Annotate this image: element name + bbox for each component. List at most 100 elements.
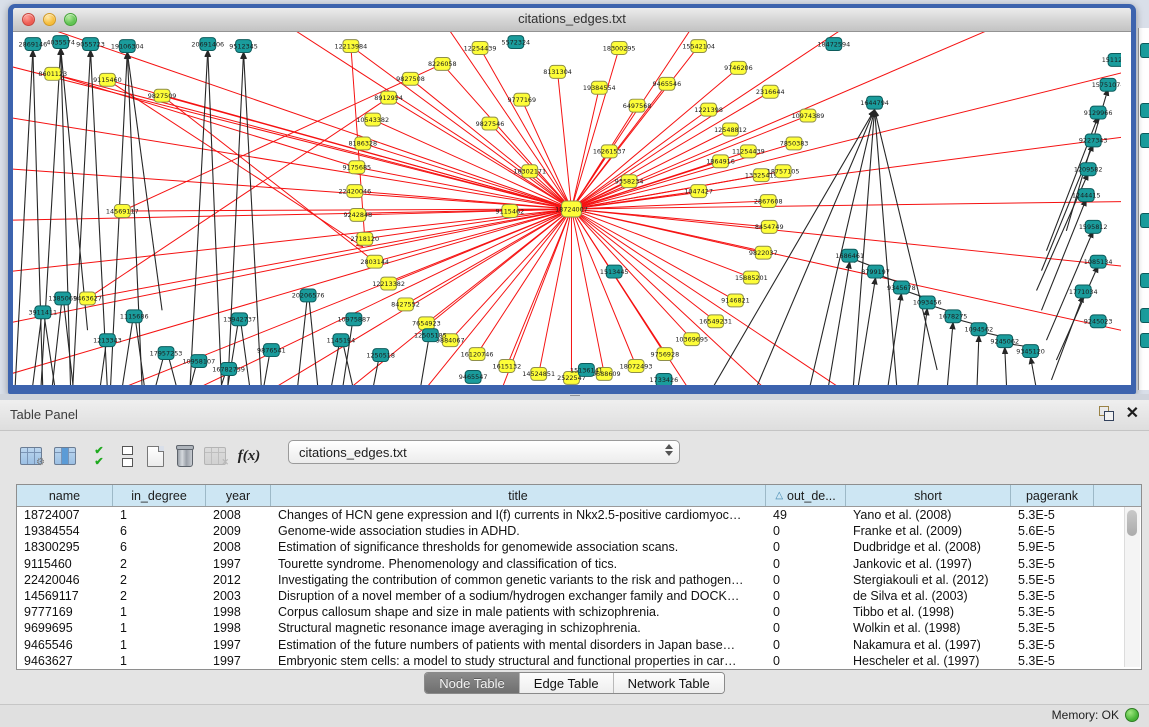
cell-title[interactable]: Estimation of significance thresholds fo… <box>271 540 766 554</box>
cell-year[interactable]: 1998 <box>206 605 271 619</box>
cell-pagerank[interactable]: 5.9E-5 <box>1011 540 1094 554</box>
vertical-scrollbar[interactable] <box>1124 507 1140 667</box>
cell-pagerank[interactable]: 5.3E-5 <box>1011 589 1094 603</box>
cell-short[interactable]: Wolkin et al. (1998) <box>846 621 1011 635</box>
cell-title[interactable]: Investigating the contribution of common… <box>271 573 766 587</box>
table-row[interactable]: 1830029562008Estimation of significance … <box>17 539 1141 555</box>
cell-short[interactable]: Dudbridge et al. (2008) <box>846 540 1011 554</box>
cell-pagerank[interactable]: 5.3E-5 <box>1011 638 1094 652</box>
table-mode-icon[interactable]: ⚙ <box>18 443 44 469</box>
row-height-icon[interactable] <box>114 443 140 469</box>
cell-out_de[interactable]: 0 <box>766 524 846 538</box>
network-canvas[interactable]: 8226058982750889129541054338281863289175… <box>13 32 1131 385</box>
cell-in_degree[interactable]: 1 <box>113 654 206 668</box>
cell-pagerank[interactable]: 5.3E-5 <box>1011 557 1094 571</box>
cell-short[interactable]: Stergiakouli et al. (2012) <box>846 573 1011 587</box>
cell-in_degree[interactable]: 6 <box>113 524 206 538</box>
cell-title[interactable]: Changes of HCN gene expression and I(f) … <box>271 508 766 522</box>
cell-year[interactable]: 2012 <box>206 573 271 587</box>
cell-out_de[interactable]: 49 <box>766 508 846 522</box>
cell-year[interactable]: 1997 <box>206 638 271 652</box>
table-row[interactable]: 946554611997Estimation of the future num… <box>17 637 1141 653</box>
tab-edge-table[interactable]: Edge Table <box>520 673 614 693</box>
cell-name[interactable]: 22420046 <box>17 573 113 587</box>
cell-title[interactable]: Tourette syndrome. Phenomenology and cla… <box>271 557 766 571</box>
window-titlebar[interactable]: citations_edges.txt <box>13 8 1131 32</box>
cell-title[interactable]: Estimation of the future numbers of pati… <box>271 638 766 652</box>
cell-name[interactable]: 9699695 <box>17 621 113 635</box>
column-header-year[interactable]: year <box>206 485 271 506</box>
cell-short[interactable]: Hescheler et al. (1997) <box>846 654 1011 668</box>
cell-year[interactable]: 2009 <box>206 524 271 538</box>
cell-in_degree[interactable]: 2 <box>113 589 206 603</box>
cell-short[interactable]: Yano et al. (2008) <box>846 508 1011 522</box>
show-columns-icon[interactable] <box>52 443 78 469</box>
cell-name[interactable]: 9115460 <box>17 557 113 571</box>
cell-in_degree[interactable]: 1 <box>113 508 206 522</box>
cell-short[interactable]: Nakamura et al. (1997) <box>846 638 1011 652</box>
scrollbar-thumb[interactable] <box>1127 510 1137 536</box>
cell-title[interactable]: Embryonic stem cells: a model to study s… <box>271 654 766 668</box>
memory-indicator[interactable]: Memory: OK <box>1052 708 1139 722</box>
cell-title[interactable]: Structural magnetic resonance image aver… <box>271 621 766 635</box>
network-view-window[interactable]: citations_edges.txt 82260589827508891295… <box>8 4 1136 394</box>
cell-name[interactable]: 9463627 <box>17 654 113 668</box>
tab-network-table[interactable]: Network Table <box>614 673 724 693</box>
cell-year[interactable]: 2008 <box>206 508 271 522</box>
column-header-name[interactable]: name <box>17 485 113 506</box>
cell-out_de[interactable]: 0 <box>766 557 846 571</box>
cell-name[interactable]: 9777169 <box>17 605 113 619</box>
cell-name[interactable]: 19384554 <box>17 524 113 538</box>
table-row[interactable]: 1456911722003Disruption of a novel membe… <box>17 588 1141 604</box>
cell-pagerank[interactable]: 5.3E-5 <box>1011 605 1094 619</box>
delete-column-icon[interactable] <box>172 443 198 469</box>
tab-node-table[interactable]: Node Table <box>425 673 520 693</box>
column-header-out_de[interactable]: △out_de... <box>766 485 846 506</box>
cell-out_de[interactable]: 0 <box>766 540 846 554</box>
cell-in_degree[interactable]: 1 <box>113 621 206 635</box>
cell-short[interactable]: Franke et al. (2009) <box>846 524 1011 538</box>
cell-year[interactable]: 1997 <box>206 654 271 668</box>
table-row[interactable]: 946362711997Embryonic stem cells: a mode… <box>17 653 1141 669</box>
cell-in_degree[interactable]: 2 <box>113 573 206 587</box>
new-column-icon[interactable] <box>142 443 168 469</box>
cell-year[interactable]: 2008 <box>206 540 271 554</box>
cell-short[interactable]: Jankovic et al. (1997) <box>846 557 1011 571</box>
cell-out_de[interactable]: 0 <box>766 573 846 587</box>
column-header-pagerank[interactable]: pagerank <box>1011 485 1094 506</box>
table-row[interactable]: 977716911998Corpus callosum shape and si… <box>17 604 1141 620</box>
cell-short[interactable]: de Silva et al. (2003) <box>846 589 1011 603</box>
cell-pagerank[interactable]: 5.3E-5 <box>1011 654 1094 668</box>
float-panel-icon[interactable] <box>1099 406 1114 421</box>
cell-pagerank[interactable]: 5.3E-5 <box>1011 621 1094 635</box>
column-header-title[interactable]: title <box>271 485 766 506</box>
table-row[interactable]: 1872400712008Changes of HCN gene express… <box>17 507 1141 523</box>
table-row[interactable]: 1938455462009Genome-wide association stu… <box>17 523 1141 539</box>
cell-name[interactable]: 14569117 <box>17 589 113 603</box>
cell-year[interactable]: 1997 <box>206 557 271 571</box>
cell-pagerank[interactable]: 5.6E-5 <box>1011 524 1094 538</box>
cell-year[interactable]: 1998 <box>206 621 271 635</box>
cell-short[interactable]: Tibbo et al. (1998) <box>846 605 1011 619</box>
cell-title[interactable]: Corpus callosum shape and size in male p… <box>271 605 766 619</box>
cell-in_degree[interactable]: 6 <box>113 540 206 554</box>
close-panel-icon[interactable]: ✕ <box>1126 406 1139 421</box>
table-row[interactable]: 2242004622012Investigating the contribut… <box>17 572 1141 588</box>
cell-out_de[interactable]: 0 <box>766 605 846 619</box>
function-builder-icon[interactable]: f(x) <box>236 443 262 469</box>
cell-year[interactable]: 2003 <box>206 589 271 603</box>
cell-in_degree[interactable]: 1 <box>113 638 206 652</box>
cell-name[interactable]: 18724007 <box>17 508 113 522</box>
cell-out_de[interactable]: 0 <box>766 589 846 603</box>
cell-title[interactable]: Genome-wide association studies in ADHD. <box>271 524 766 538</box>
table-select-dropdown[interactable]: citations_edges.txt <box>288 440 680 464</box>
cell-pagerank[interactable]: 5.3E-5 <box>1011 508 1094 522</box>
cell-out_de[interactable]: 0 <box>766 621 846 635</box>
cell-in_degree[interactable]: 2 <box>113 557 206 571</box>
table-row[interactable]: 911546021997Tourette syndrome. Phenomeno… <box>17 556 1141 572</box>
column-header-short[interactable]: short <box>846 485 1011 506</box>
cell-name[interactable]: 18300295 <box>17 540 113 554</box>
cell-out_de[interactable]: 0 <box>766 654 846 668</box>
cell-out_de[interactable]: 0 <box>766 638 846 652</box>
cell-pagerank[interactable]: 5.5E-5 <box>1011 573 1094 587</box>
